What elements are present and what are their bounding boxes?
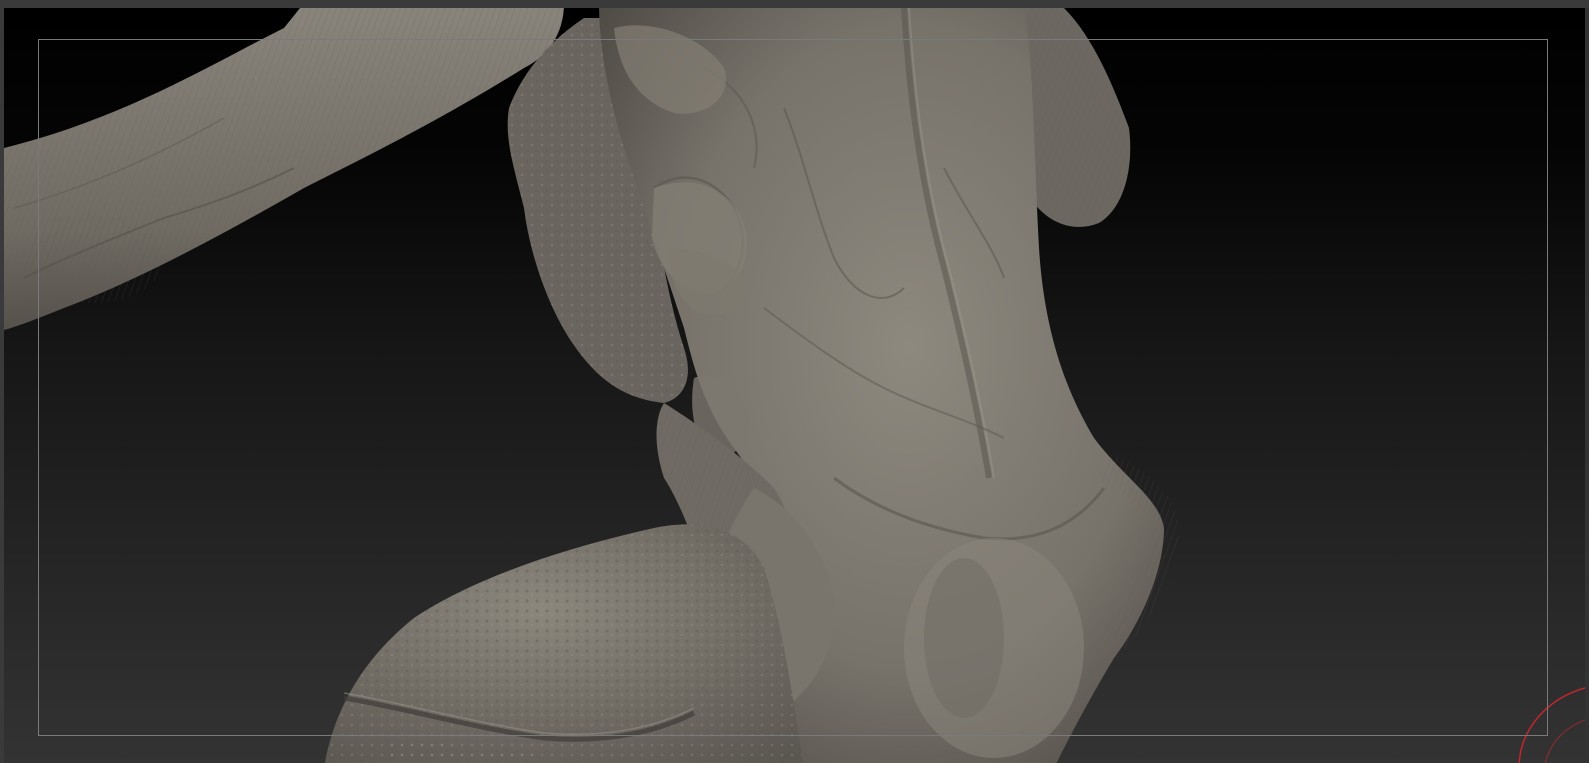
sculpt-mesh-render[interactable]: [4, 8, 1585, 763]
3d-viewport[interactable]: [4, 8, 1585, 763]
sculpt-app-window: [0, 0, 1589, 763]
window-top-border: [0, 0, 1589, 8]
navigation-gizmo[interactable]: [1518, 687, 1585, 763]
hip-mesh: [324, 524, 804, 763]
upper-right-appendage-mesh: [1022, 8, 1131, 227]
arm-mesh: [4, 8, 564, 330]
